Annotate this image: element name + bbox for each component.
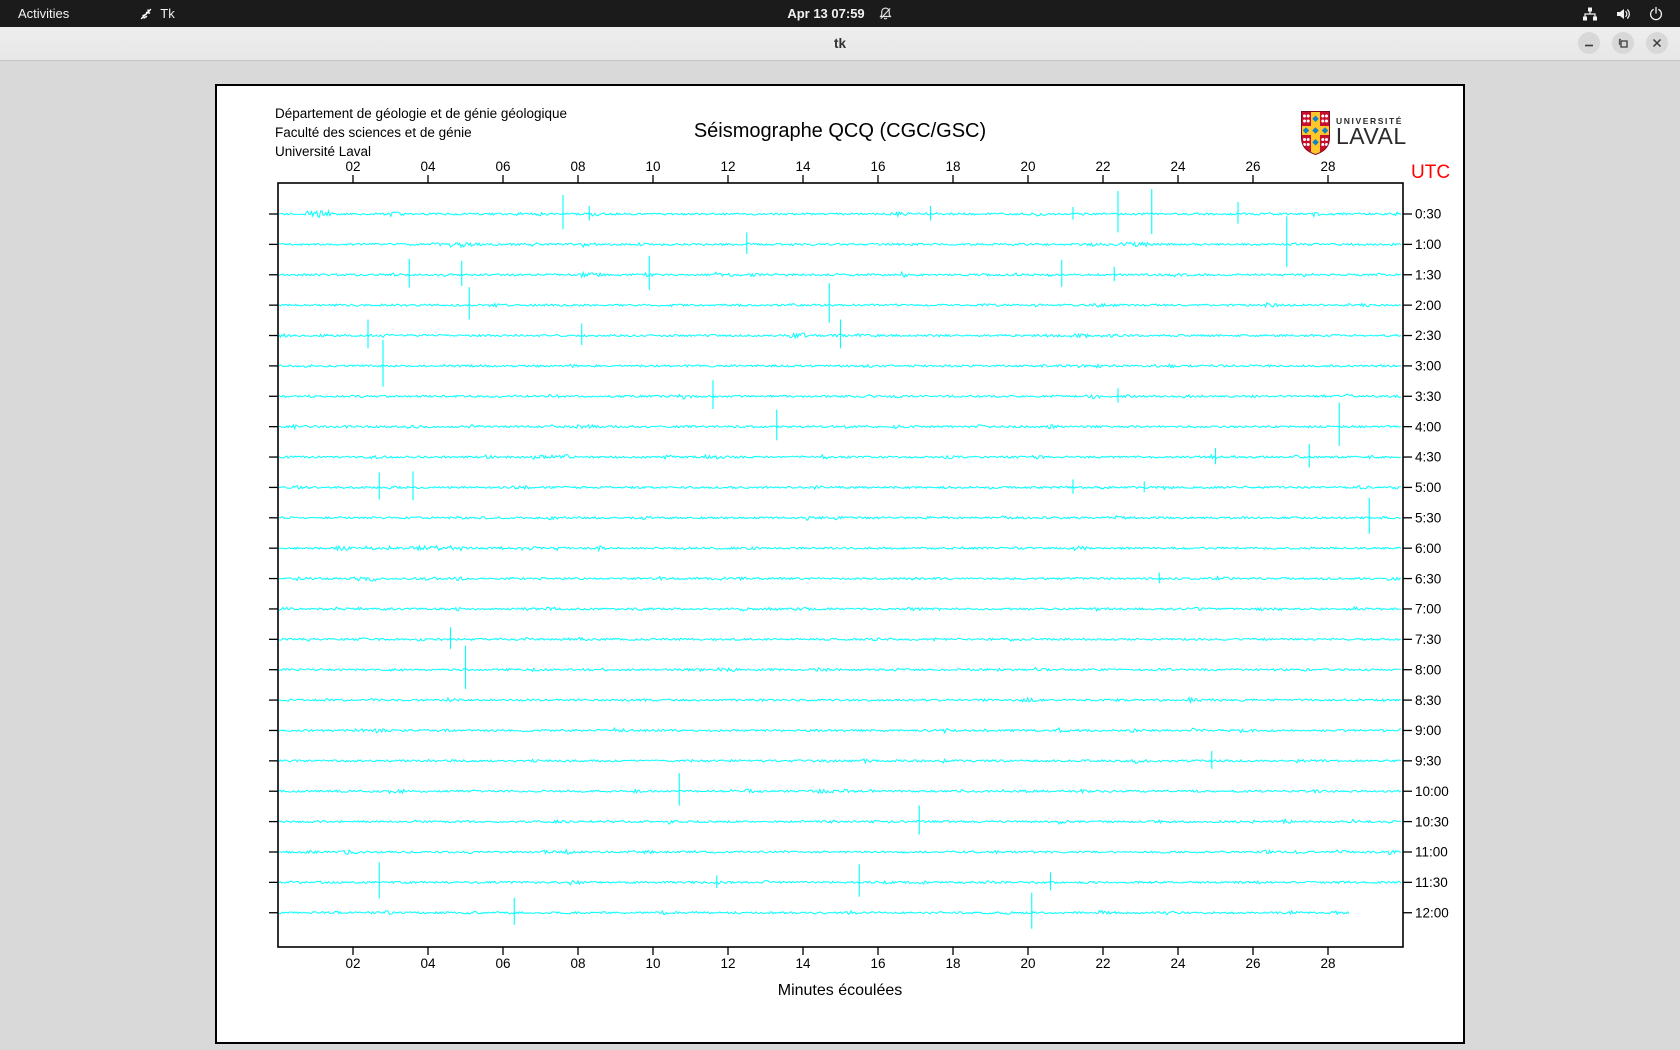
- x-tick-label-top: 08: [570, 159, 585, 174]
- seismogram-trace: [278, 423, 1402, 431]
- x-tick-label-bottom: 16: [870, 956, 885, 971]
- seismogram-trace: [278, 393, 1402, 400]
- system-menu-button[interactable]: [1582, 0, 1680, 27]
- x-tick-label-bottom: 24: [1170, 956, 1186, 971]
- notifications-disabled-icon: [878, 6, 893, 21]
- utc-time-label: 2:30: [1415, 328, 1441, 343]
- seismogram-trace: [278, 726, 1401, 734]
- tk-window-content: Département de géologie et de génie géol…: [0, 61, 1680, 1050]
- x-tick-label-bottom: 12: [720, 956, 735, 971]
- minimize-button[interactable]: [1578, 32, 1600, 54]
- seismograph-canvas: Département de géologie et de génie géol…: [215, 84, 1465, 1044]
- utc-time-label: 1:30: [1415, 267, 1441, 282]
- top-bar: Activities Tk Apr 13 07:59: [0, 0, 1680, 27]
- utc-time-label: 4:00: [1415, 419, 1441, 434]
- x-tick-label-bottom: 02: [345, 956, 360, 971]
- x-tick-label-bottom: 14: [795, 956, 811, 971]
- utc-time-label: 12:00: [1415, 905, 1449, 920]
- x-tick-label-top: 22: [1095, 159, 1110, 174]
- seismogram-trace: [278, 818, 1401, 825]
- x-tick-label-top: 12: [720, 159, 735, 174]
- x-tick-label-bottom: 08: [570, 956, 585, 971]
- seismogram-trace: [278, 544, 1402, 553]
- x-tick-label-top: 04: [420, 159, 436, 174]
- utc-time-label: 2:00: [1415, 298, 1441, 313]
- utc-time-label: 3:30: [1415, 389, 1441, 404]
- utc-time-label: 5:30: [1415, 511, 1441, 526]
- x-tick-label-bottom: 20: [1020, 956, 1035, 971]
- utc-time-label: 7:30: [1415, 632, 1441, 647]
- utc-label: UTC: [1411, 162, 1450, 183]
- x-axis-title: Minutes écoulées: [777, 982, 903, 999]
- seismogram-trace: [278, 453, 1402, 461]
- x-tick-label-bottom: 18: [945, 956, 960, 971]
- utc-time-label: 8:30: [1415, 693, 1441, 708]
- seismogram-trace: [278, 909, 1350, 916]
- volume-icon: [1615, 6, 1631, 22]
- utc-time-label: 11:00: [1415, 845, 1448, 860]
- seismogram-trace: [278, 666, 1401, 673]
- utc-time-label: 8:00: [1415, 662, 1441, 677]
- wired-network-icon: [1582, 6, 1598, 22]
- utc-time-label: 4:30: [1415, 450, 1441, 465]
- clock-button[interactable]: Apr 13 07:59: [787, 6, 864, 21]
- x-tick-label-top: 06: [495, 159, 510, 174]
- x-tick-label-top: 18: [945, 159, 960, 174]
- utc-time-label: 10:00: [1415, 784, 1449, 799]
- utc-time-label: 6:30: [1415, 571, 1441, 586]
- power-icon: [1648, 6, 1664, 22]
- utc-time-label: 0:30: [1415, 207, 1441, 222]
- seismogram-trace: [278, 636, 1402, 643]
- x-tick-label-top: 16: [870, 159, 885, 174]
- close-button[interactable]: [1646, 32, 1668, 54]
- seismogram-trace: [278, 362, 1401, 369]
- maximize-button[interactable]: [1612, 32, 1634, 54]
- utc-time-label: 5:00: [1415, 480, 1441, 495]
- utc-time-label: 10:30: [1415, 814, 1449, 829]
- seismograph-plot: 02 02 04 04 06 06 08 08 10 10 12 12 14 14 16 16 18 18 20 20…: [269, 159, 1450, 971]
- utc-time-label: 7:00: [1415, 602, 1441, 617]
- x-tick-label-bottom: 06: [495, 956, 510, 971]
- x-tick-label-top: 10: [645, 159, 660, 174]
- x-tick-label-top: 24: [1170, 159, 1186, 174]
- seismogram-trace: [279, 209, 1402, 219]
- x-tick-label-bottom: 26: [1245, 956, 1260, 971]
- x-tick-label-bottom: 22: [1095, 956, 1110, 971]
- utc-time-label: 6:00: [1415, 541, 1441, 556]
- window-titlebar: tk: [0, 27, 1680, 61]
- utc-time-label: 9:00: [1415, 723, 1441, 738]
- utc-time-label: 3:00: [1415, 359, 1441, 374]
- seismogram-trace: [278, 575, 1401, 582]
- utc-time-label: 1:00: [1415, 237, 1441, 252]
- x-tick-label-bottom: 10: [645, 956, 660, 971]
- x-tick-label-bottom: 04: [420, 956, 436, 971]
- plot-border: [277, 182, 1404, 948]
- x-tick-label-top: 20: [1020, 159, 1035, 174]
- x-tick-label-top: 26: [1245, 159, 1260, 174]
- utc-time-label: 11:30: [1415, 875, 1448, 890]
- seismogram-trace: [278, 605, 1401, 613]
- seismogram-trace: [278, 848, 1402, 856]
- seismogram-trace: [278, 787, 1402, 795]
- seismogram-trace: [278, 301, 1402, 309]
- x-tick-label-top: 02: [345, 159, 360, 174]
- seismogram-trace: [278, 270, 1402, 279]
- x-tick-label-top: 14: [795, 159, 811, 174]
- seismogram-trace: [278, 484, 1401, 491]
- seismogram-trace: [278, 757, 1401, 765]
- window-title: tk: [833, 36, 846, 51]
- x-tick-label-bottom: 28: [1320, 956, 1335, 971]
- utc-time-label: 9:30: [1415, 754, 1441, 769]
- seismogram-trace: [278, 879, 1402, 886]
- x-tick-label-top: 28: [1320, 159, 1335, 174]
- seismogram-trace: [278, 241, 1402, 249]
- seismogram-trace: [278, 514, 1401, 521]
- seismogram-trace: [278, 696, 1401, 705]
